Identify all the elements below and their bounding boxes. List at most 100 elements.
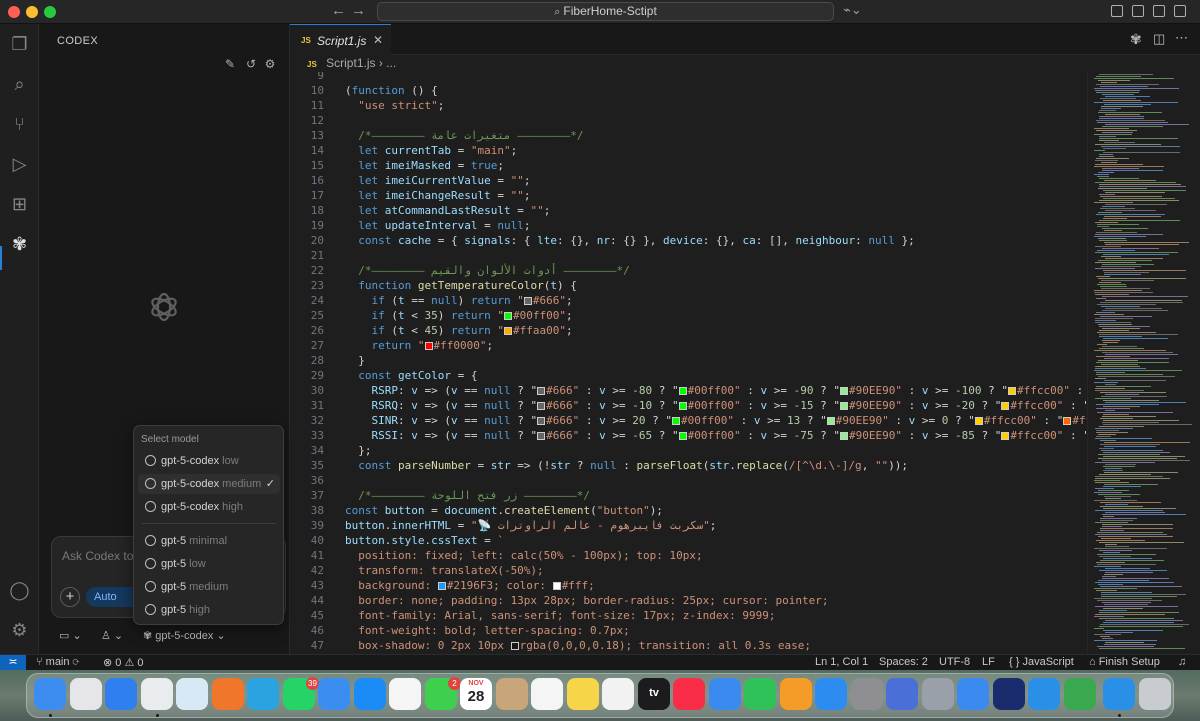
code-line[interactable]: 46 font-weight: bold; letter-spacing: 0.… (290, 623, 1087, 638)
safari-icon[interactable] (105, 678, 137, 710)
finish-setup-button[interactable]: ⌂ Finish Setup (1089, 656, 1160, 668)
toggle-secondary-sidebar-icon[interactable] (1174, 5, 1186, 17)
language-mode[interactable]: { } JavaScript (1009, 656, 1074, 668)
code-line[interactable]: 35 const parseNumber = str => (!str ? nu… (290, 458, 1087, 473)
search-icon[interactable]: ⌕ (9, 74, 30, 95)
model-option[interactable]: gpt-5-codex high (138, 497, 280, 517)
apple-tv-icon[interactable]: tv (638, 678, 670, 710)
code-line[interactable]: 14 let currentTab = "main"; (290, 143, 1087, 158)
code-line[interactable]: 9 (290, 72, 1087, 83)
panel-settings-icon[interactable]: ⚙ (263, 57, 277, 71)
mail-icon[interactable] (318, 678, 350, 710)
minimize-window-button[interactable] (26, 6, 38, 18)
new-chat-icon[interactable]: ✎ (223, 57, 237, 71)
model-option[interactable]: gpt-5 low (138, 554, 280, 574)
telegram-icon[interactable] (247, 678, 279, 710)
problems-status[interactable]: ⊗ 0 ⚠ 0 (103, 656, 143, 669)
app-store-icon[interactable] (354, 678, 386, 710)
explorer-icon[interactable]: ❐ (9, 34, 30, 55)
code-line[interactable]: 44 border: none; padding: 13px 28px; bor… (290, 593, 1087, 608)
environment-icon[interactable]: ▭ ⌄ (59, 629, 82, 642)
launchpad-icon[interactable] (70, 678, 102, 710)
model-option[interactable]: gpt-5 high (138, 600, 280, 620)
code-line[interactable]: 40 button.style.cssText = ` (290, 533, 1087, 548)
source-control-icon[interactable]: ⑂ (9, 114, 30, 135)
code-editor[interactable]: 9 10 (function () {11 "use strict"; 12 13 /*… (290, 72, 1087, 654)
code-line[interactable]: 39 button.innerHTML = "📡 سكربت فايبرهوم -… (290, 518, 1087, 533)
code-line[interactable]: 21 (290, 248, 1087, 263)
keynote-icon[interactable] (709, 678, 741, 710)
code-line[interactable]: 11 "use strict"; (290, 98, 1087, 113)
code-line[interactable]: 27 return " #ff0000"; (290, 338, 1087, 353)
maximize-window-button[interactable] (44, 6, 56, 18)
preview-icon[interactable] (176, 678, 208, 710)
quicktime-icon[interactable] (957, 678, 989, 710)
code-line[interactable]: 43 background: #2196F3; color: #fff; (290, 578, 1087, 593)
security-shield-icon[interactable] (1064, 678, 1096, 710)
toggle-bottom-panel-icon[interactable] (1153, 5, 1165, 17)
code-line[interactable]: 38 const button = document.createElement(… (290, 503, 1087, 518)
contacts-icon[interactable] (496, 678, 528, 710)
vscode-2-icon[interactable] (1103, 678, 1135, 710)
forward-arrow-icon[interactable]: → (351, 2, 366, 19)
code-line[interactable]: 25 if (t < 35) return " #00ff00"; (290, 308, 1087, 323)
tab-script1[interactable]: JS Script1.js ✕ (290, 24, 391, 55)
code-line[interactable]: 30 RSRP: v => (v == null ? " #666" : v >=… (290, 383, 1087, 398)
close-window-button[interactable] (8, 6, 20, 18)
system-settings-icon[interactable] (851, 678, 883, 710)
code-line[interactable]: 19 let updateInterval = null; (290, 218, 1087, 233)
minimap[interactable] (1087, 72, 1200, 654)
chat-input-placeholder[interactable]: Ask Codex to (62, 549, 133, 563)
copilot-icon[interactable]: ⌁⌄ (843, 2, 862, 18)
code-line[interactable]: 17 let imeiChangeResult = ""; (290, 188, 1087, 203)
photos-icon[interactable] (389, 678, 421, 710)
code-line[interactable]: 34 }; (290, 443, 1087, 458)
terminal-app-icon[interactable] (993, 678, 1025, 710)
code-line[interactable]: 23 function getTemperatureColor(t) { (290, 278, 1087, 293)
run-debug-icon[interactable]: ▷ (9, 154, 30, 175)
account-icon[interactable]: ◯ (9, 580, 30, 601)
app-store-2-icon[interactable] (815, 678, 847, 710)
code-line[interactable]: 10 (function () { (290, 83, 1087, 98)
eol-status[interactable]: LF (982, 656, 995, 668)
code-line[interactable]: 13 /*———————— متغيرات عامة ————————*/ (290, 128, 1087, 143)
notifications-bell-icon[interactable]: ♫ (1178, 656, 1186, 668)
chrome-icon[interactable] (141, 678, 173, 710)
music-icon[interactable] (673, 678, 705, 710)
split-editor-icon[interactable]: ◫ (1153, 31, 1165, 47)
back-arrow-icon[interactable]: ← (331, 2, 346, 19)
code-line[interactable]: 36 (290, 473, 1087, 488)
history-icon[interactable]: ↺ (244, 57, 258, 71)
model-option[interactable]: gpt-5 medium (138, 577, 280, 597)
attach-plus-button[interactable]: + (60, 587, 80, 607)
openai-icon[interactable]: ✾ (9, 234, 30, 255)
indentation-status[interactable]: Spaces: 2 (879, 656, 928, 668)
toggle-panel-icon[interactable] (1111, 5, 1123, 17)
calendar-icon[interactable]: NOV 28 (460, 678, 492, 710)
settings-gear-icon[interactable]: ⚙ (9, 620, 30, 641)
model-selector-button[interactable]: ✾ gpt-5-codex ⌄ (143, 629, 226, 642)
finder-icon[interactable] (34, 678, 66, 710)
more-actions-icon[interactable]: ⋯ (1175, 30, 1188, 46)
close-tab-icon[interactable]: ✕ (373, 33, 383, 47)
code-line[interactable]: 26 if (t < 45) return " #ffaa00"; (290, 323, 1087, 338)
code-line[interactable]: 31 RSRQ: v => (v == null ? " #666" : v >=… (290, 398, 1087, 413)
code-line[interactable]: 20 const cache = { signals: { lte: {}, n… (290, 233, 1087, 248)
numbers-icon[interactable] (744, 678, 776, 710)
code-line[interactable]: 45 font-family: Arial, sans-serif; font-… (290, 608, 1087, 623)
code-line[interactable]: 37 /*———————— زر فتح اللوحة ————————*/ (290, 488, 1087, 503)
code-line[interactable]: 16 let imeiCurrentValue = ""; (290, 173, 1087, 188)
model-option-selected[interactable]: gpt-5-codex medium ✓ (138, 474, 280, 494)
openai-icon[interactable]: ✾ (1130, 31, 1142, 48)
code-line[interactable]: 28 } (290, 353, 1087, 368)
code-line[interactable]: 33 RSSI: v => (v == null ? " #666" : v >=… (290, 428, 1087, 443)
code-line[interactable]: 47 box-shadow: 0 2px 10px rgba(0,0,0,0.1… (290, 638, 1087, 653)
reminders-icon[interactable] (531, 678, 563, 710)
agent-mode-icon[interactable]: ♙ ⌄ (101, 629, 123, 642)
breadcrumb[interactable]: JS Script1.js › ... (290, 55, 1200, 72)
freeform-icon[interactable] (602, 678, 634, 710)
code-line[interactable]: 41 position: fixed; left: calc(50% - 100… (290, 548, 1087, 563)
trash-icon[interactable] (1139, 678, 1171, 710)
remote-indicator-icon[interactable]: ≍ (0, 655, 26, 671)
cursor-position[interactable]: Ln 1, Col 1 (815, 656, 868, 668)
